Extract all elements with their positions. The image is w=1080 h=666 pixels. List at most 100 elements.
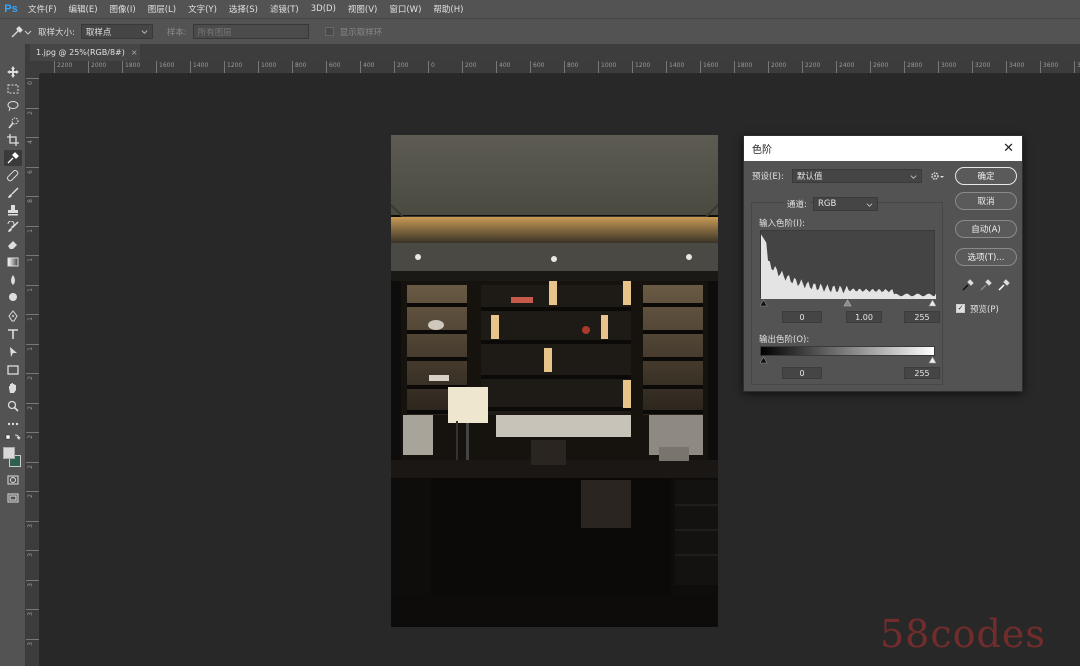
dialog-titlebar[interactable]: 色阶 ✕ xyxy=(744,136,1022,161)
screen-mode-icon xyxy=(7,493,19,503)
black-eyedropper-icon xyxy=(962,279,974,291)
ruler-tick: 1400 xyxy=(666,61,684,73)
auto-button[interactable]: 自动(A) xyxy=(955,220,1017,238)
eraser-tool[interactable] xyxy=(4,236,22,252)
gradient-icon xyxy=(7,257,19,267)
type-tool[interactable] xyxy=(4,326,22,342)
preview-checkbox[interactable]: ✓ xyxy=(956,304,965,313)
vertical-ruler[interactable]: 0 2 4 6 8 1 1 1 1 1 2 2 2 2 2 3 3 3 3 3 xyxy=(26,74,40,666)
quick-mask-toggle[interactable] xyxy=(4,472,22,488)
options-button[interactable]: 选项(T)... xyxy=(955,248,1017,266)
pen-tool[interactable] xyxy=(4,308,22,324)
brush-tool[interactable] xyxy=(4,185,22,201)
chevron-down-icon xyxy=(24,30,32,35)
ruler-tick: 2 xyxy=(26,491,39,498)
menu-edit[interactable]: 编辑(E) xyxy=(63,3,104,15)
menu-window[interactable]: 窗口(W) xyxy=(383,3,427,15)
stamp-tool[interactable] xyxy=(4,202,22,218)
output-black-field[interactable]: 0 xyxy=(782,367,822,379)
screen-mode-toggle[interactable] xyxy=(4,490,22,506)
healing-brush-tool[interactable] xyxy=(4,168,22,184)
gradient-tool[interactable] xyxy=(4,254,22,270)
sample-select[interactable]: 所有图层 xyxy=(192,24,309,39)
output-slider-track[interactable] xyxy=(759,356,937,364)
ruler-tick: 3600 xyxy=(1040,61,1058,73)
ruler-tick-label: 200 xyxy=(397,62,409,69)
blur-tool[interactable] xyxy=(4,272,22,288)
ruler-tick: 1400 xyxy=(190,61,208,73)
ruler-tick-label: 800 xyxy=(567,62,579,69)
ruler-origin[interactable] xyxy=(26,61,40,74)
ruler-tick: 3 xyxy=(26,550,39,557)
ruler-tick: 8 xyxy=(26,196,39,203)
sample-size-value: 取样点 xyxy=(85,27,112,38)
photoshop-logo: Ps xyxy=(4,3,18,15)
crop-tool[interactable] xyxy=(4,132,22,148)
ruler-tick-label: 4 xyxy=(27,140,34,144)
white-point-eyedropper[interactable] xyxy=(997,278,1011,292)
ruler-tick: 1200 xyxy=(632,61,650,73)
swap-colors-control[interactable] xyxy=(4,433,22,443)
ok-button[interactable]: 确定 xyxy=(955,167,1017,185)
menu-help[interactable]: 帮助(H) xyxy=(427,3,469,15)
input-black-field[interactable]: 0 xyxy=(782,311,822,323)
output-white-field[interactable]: 255 xyxy=(904,367,940,379)
black-point-eyedropper[interactable] xyxy=(961,278,975,292)
menu-select[interactable]: 选择(S) xyxy=(223,3,264,15)
lasso-tool[interactable] xyxy=(4,98,22,114)
cancel-button[interactable]: 取消 xyxy=(955,192,1017,210)
gray-eyedropper-icon xyxy=(980,279,992,291)
close-icon[interactable]: × xyxy=(131,48,138,57)
ruler-tick: 2800 xyxy=(904,61,922,73)
more-tools[interactable] xyxy=(4,416,22,432)
move-tool[interactable] xyxy=(4,64,22,80)
show-ring-checkbox[interactable] xyxy=(324,27,334,36)
input-slider-track[interactable] xyxy=(759,299,937,307)
sample-size-select[interactable]: 取样点 xyxy=(80,24,153,39)
shape-tool[interactable] xyxy=(4,362,22,378)
ruler-tick: 2200 xyxy=(54,61,72,73)
ruler-tick: 1 xyxy=(26,255,39,262)
close-icon[interactable]: ✕ xyxy=(1003,142,1014,155)
history-brush-tool[interactable] xyxy=(4,219,22,235)
path-select-tool[interactable] xyxy=(4,344,22,360)
channel-value: RGB xyxy=(818,199,837,209)
input-white-field[interactable]: 255 xyxy=(904,311,940,323)
preset-options-button[interactable] xyxy=(930,170,946,182)
channel-select[interactable]: RGB xyxy=(813,197,878,211)
menu-3d[interactable]: 3D(D) xyxy=(305,4,342,14)
levels-dialog: 色阶 ✕ 预设(E): 默认值 通道: RGB 输入色阶(I): 0 1.00 … xyxy=(743,135,1023,392)
ruler-tick: 3400 xyxy=(1006,61,1024,73)
marquee-tool[interactable] xyxy=(4,81,22,97)
preset-select[interactable]: 默认值 xyxy=(792,169,922,183)
lasso-icon xyxy=(7,101,19,112)
output-white-handle xyxy=(928,356,937,364)
channel-label: 通道: xyxy=(784,198,810,210)
ruler-tick: 4 xyxy=(26,137,39,144)
ruler-tick: 2 xyxy=(26,107,39,114)
gray-point-eyedropper[interactable] xyxy=(979,278,993,292)
horizontal-ruler[interactable]: 2200 2000 1800 1600 1400 1200 1000 800 600 400 200… xyxy=(40,61,1080,74)
menu-image[interactable]: 图像(I) xyxy=(104,3,142,15)
menu-file[interactable]: 文件(F) xyxy=(22,3,63,15)
dodge-tool[interactable] xyxy=(4,289,22,305)
menu-filter[interactable]: 滤镜(T) xyxy=(264,3,305,15)
quick-select-tool[interactable] xyxy=(4,115,22,131)
hand-tool[interactable] xyxy=(4,380,22,396)
menu-type[interactable]: 文字(Y) xyxy=(182,3,223,15)
document-tab-title: 1.jpg @ 25%(RGB/8#) xyxy=(36,48,125,57)
ruler-tick: 400 xyxy=(496,61,510,73)
menu-view[interactable]: 视图(V) xyxy=(342,3,383,15)
input-gamma-field[interactable]: 1.00 xyxy=(846,311,882,323)
preset-label: 预设(E): xyxy=(752,172,784,182)
tool-preset-picker[interactable] xyxy=(10,23,32,41)
foreground-color-swatch[interactable] xyxy=(3,447,15,459)
ruler-tick-label: 1000 xyxy=(261,62,277,69)
ruler-tick: 1 xyxy=(26,314,39,321)
menu-layer[interactable]: 图层(L) xyxy=(142,3,182,15)
document-tab[interactable]: 1.jpg @ 25%(RGB/8#) × xyxy=(30,44,140,61)
eyedropper-tool[interactable] xyxy=(4,150,22,166)
ruler-tick: 1800 xyxy=(122,61,140,73)
zoom-tool[interactable] xyxy=(4,398,22,414)
output-slider-handles xyxy=(759,356,937,364)
